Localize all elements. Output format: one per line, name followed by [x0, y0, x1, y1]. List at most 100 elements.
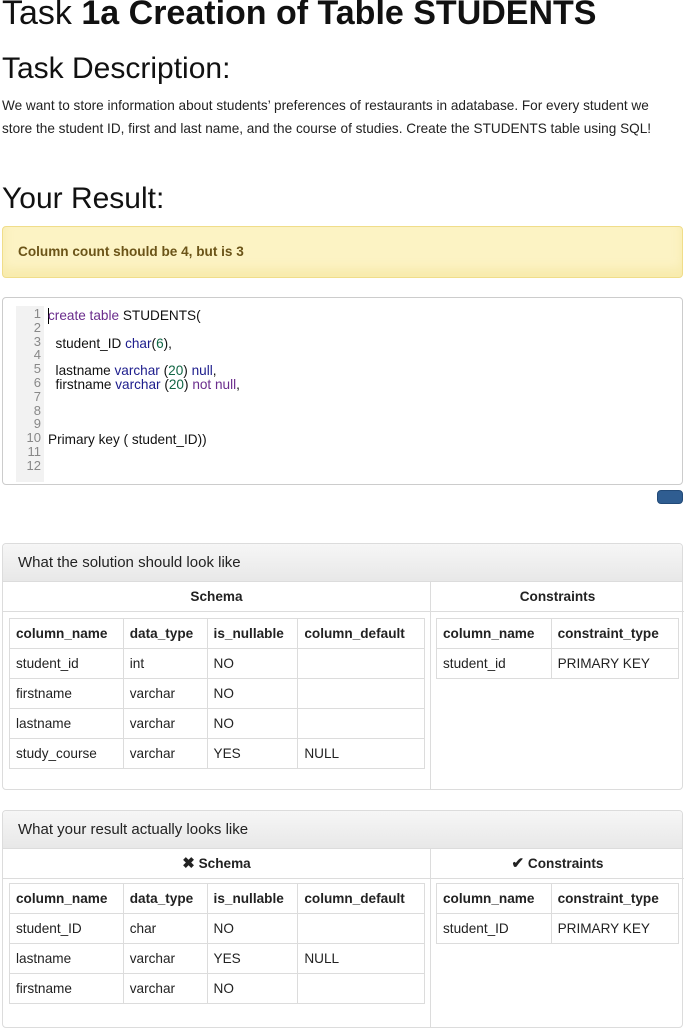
- actual-constraints-section: ✔ Constraints column_name constraint_type…: [430, 849, 684, 1028]
- column-header: column_name: [9, 618, 124, 649]
- table-cell: student_ID: [9, 913, 124, 944]
- alert-message: Column count should be 4, but is 3: [18, 244, 244, 259]
- table-cell: firstname: [9, 973, 124, 1004]
- table-cell: PRIMARY KEY: [550, 913, 680, 944]
- code-token: not null: [192, 377, 237, 392]
- table-row: student_ID char NO: [9, 913, 425, 944]
- table-cell: [297, 913, 425, 944]
- code-token: ): [183, 363, 192, 379]
- expected-schema-heading: Schema: [3, 582, 430, 612]
- code-token: 20: [168, 377, 184, 392]
- sql-editor[interactable]: 1 2 3 4 5 6 7 8 9 10 11 12 create table STUDENTS( s…: [2, 297, 683, 485]
- line-number: 7: [33, 388, 41, 404]
- table-cell: study_course: [9, 738, 124, 769]
- actual-constraints-table: column_name constraint_type student_ID PRIM…: [436, 883, 680, 944]
- line-number: 9: [33, 416, 41, 432]
- table-cell: student_ID: [436, 913, 552, 944]
- column-header: data_type: [122, 618, 208, 649]
- table-cell: int: [122, 648, 208, 679]
- actual-panel: What your result actually looks like ✖ S…: [2, 810, 684, 1028]
- expected-schema-section: Schema column_name data_type is_nullable co…: [3, 582, 430, 790]
- table-cell: [297, 708, 425, 739]
- page-title: Task 1a Creation of Table STUDENTS: [2, 0, 597, 33]
- line-number: 5: [33, 361, 41, 377]
- code-token: 20: [168, 363, 184, 379]
- line-number: 3: [33, 333, 41, 349]
- cross-icon: ✖: [182, 855, 195, 872]
- expected-panel-title: What the solution should look like: [18, 554, 241, 571]
- column-header: column_name: [436, 618, 552, 649]
- description-text: We want to store information about stude…: [2, 98, 652, 136]
- table-cell: firstname: [9, 678, 124, 709]
- table-row: study_course varchar YES NULL: [9, 738, 425, 769]
- column-header: data_type: [122, 883, 208, 914]
- line-number: 12: [26, 457, 41, 473]
- table-cell: NO: [206, 913, 299, 944]
- table-cell: NO: [206, 973, 299, 1004]
- expected-constraints-heading: Constraints: [431, 582, 684, 612]
- table-cell: student_id: [436, 648, 552, 679]
- title-prefix: Task: [2, 0, 72, 32]
- actual-constraints-heading: ✔ Constraints: [431, 849, 684, 879]
- table-row: firstname varchar NO: [9, 973, 425, 1004]
- expected-panel: What the solution should look like Schem…: [2, 543, 684, 790]
- code-line: Primary key ( student_ID)): [48, 432, 207, 447]
- table-cell: PRIMARY KEY: [550, 648, 680, 679]
- table-row: lastname varchar YES NULL: [9, 943, 425, 974]
- table-cell: [297, 973, 425, 1004]
- actual-schema-table: column_name data_type is_nullable column_de…: [9, 883, 425, 1004]
- code-token: lastname: [48, 363, 115, 379]
- table-cell: student_id: [9, 648, 124, 679]
- code-token: ,: [236, 377, 240, 392]
- code-token: 6: [156, 335, 164, 351]
- expected-panel-header: What the solution should look like: [3, 544, 682, 582]
- title-task-name: 1a Creation of Table STUDENTS: [81, 0, 597, 32]
- table-header-row: column_name data_type is_nullable column_de…: [9, 883, 425, 914]
- table-cell: YES: [206, 943, 299, 974]
- column-header: column_default: [297, 883, 425, 914]
- column-header: column_name: [436, 883, 552, 914]
- expected-constraints-table: column_name constraint_type student_id PRIM…: [436, 618, 680, 679]
- table-row: lastname varchar NO: [9, 708, 425, 739]
- column-header: column_name: [9, 883, 124, 914]
- table-cell: [297, 648, 425, 679]
- expected-schema-table: column_name data_type is_nullable column_de…: [9, 618, 425, 769]
- table-row: student_id PRIMARY KEY: [436, 648, 680, 679]
- table-cell: varchar: [122, 738, 208, 769]
- table-row: firstname varchar NO: [9, 678, 425, 709]
- code-token: (: [160, 377, 169, 392]
- code-token: varchar: [114, 363, 160, 379]
- code-token: ,: [212, 363, 217, 379]
- actual-panel-title: What your result actually looks like: [18, 821, 249, 838]
- column-header: constraint_type: [550, 883, 680, 914]
- table-cell: [297, 678, 425, 709]
- check-icon: ✔: [511, 855, 525, 872]
- table-header-row: column_name constraint_type: [436, 618, 680, 649]
- code-token: create table: [48, 308, 120, 323]
- line-number: 4: [33, 347, 41, 363]
- actual-schema-section: ✖ Schema column_name data_type is_nullable…: [3, 849, 430, 1028]
- line-number: 11: [27, 444, 42, 459]
- code-token: firstname: [48, 377, 116, 392]
- code-token: Primary key ( student_ID)): [48, 432, 207, 448]
- expected-constraints-section: Constraints column_name constraint_type st…: [430, 582, 684, 790]
- warning-alert: Column count should be 4, but is 3: [2, 226, 683, 278]
- code-token: (: [159, 363, 169, 379]
- code-token: student_ID: [48, 335, 126, 351]
- code-token: STUDENTS(: [119, 308, 201, 323]
- table-cell: varchar: [122, 678, 208, 709]
- code-line: firstname varchar (20) not null,: [48, 377, 240, 392]
- line-number: 6: [33, 375, 41, 390]
- result-heading: Your Result:: [2, 182, 165, 215]
- table-cell: NO: [206, 648, 299, 679]
- table-cell: varchar: [122, 973, 208, 1004]
- table-cell: YES: [206, 738, 299, 769]
- code-line: student_ID char(6),: [48, 336, 172, 351]
- actual-schema-heading: ✖ Schema: [3, 849, 430, 879]
- description-heading: Task Description:: [2, 52, 231, 85]
- submit-button[interactable]: [657, 490, 683, 504]
- line-number-gutter: 1 2 3 4 5 6 7 8 9 10 11 12: [16, 306, 44, 482]
- table-header-row: column_name data_type is_nullable column_de…: [9, 618, 425, 649]
- table-cell: lastname: [9, 708, 124, 739]
- column-header: constraint_type: [550, 618, 680, 649]
